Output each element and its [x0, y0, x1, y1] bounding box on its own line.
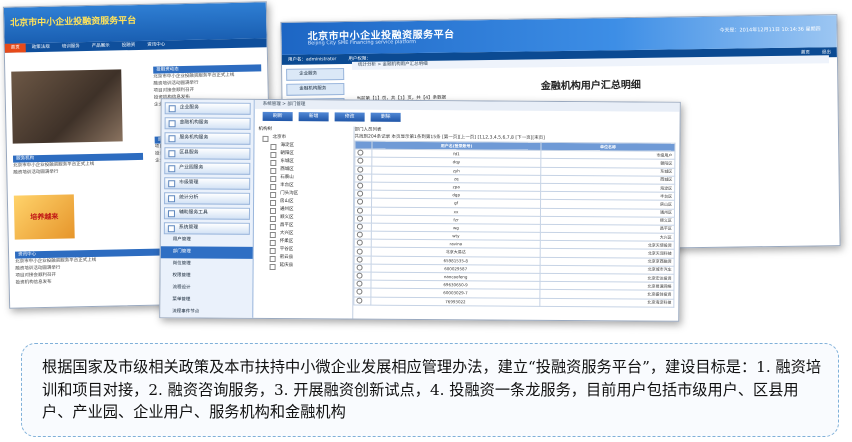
portal-nav-item[interactable]: 资讯中心: [141, 40, 171, 50]
menu-item[interactable]: 服务机构服务: [164, 132, 251, 145]
row-radio[interactable]: [354, 149, 372, 158]
portal-nav-home[interactable]: 首页: [4, 43, 26, 53]
add-button[interactable]: 新增: [298, 112, 329, 122]
menu-item[interactable]: 辅助服务工具: [163, 207, 251, 220]
row-radio[interactable]: [354, 181, 372, 191]
tree-node-district[interactable]: 延庆县: [266, 262, 353, 271]
row-radio[interactable]: [353, 288, 371, 297]
admin-main: 系统管理 > 部门管理 刷新 新增 修改 删除 机构树 北京市 海淀区 朝阳区 东城…: [253, 99, 680, 321]
portal-advert[interactable]: 培养越来: [13, 194, 75, 240]
menu-item[interactable]: 企业服务: [164, 102, 251, 115]
portal-nav-item[interactable]: 投融资: [116, 41, 142, 51]
submenu-item[interactable]: 流程事件节点: [160, 306, 252, 319]
row-radio[interactable]: [353, 280, 372, 289]
row-radio[interactable]: [354, 190, 372, 199]
portal-left-box: 服务机构 北京市中小企业投融资服务平台正式上线 融资培训活动圆满举行: [12, 152, 144, 177]
tree-children: 海淀区 朝阳区 东城区 西城区 石景山 丰台区 门头沟区 房山区 通州区 顺义区 昌平区 大兴区 怀柔区…: [258, 142, 354, 271]
submenu-item[interactable]: 菜单管理: [160, 294, 252, 307]
date-text: 今天是：2014年12月11日 10:14:36 星期四: [719, 26, 821, 34]
row-radio[interactable]: [354, 231, 372, 240]
menu-item[interactable]: 市级管理: [164, 177, 251, 190]
portal-nav-item[interactable]: 政策法规: [26, 43, 56, 53]
menu-item[interactable]: 企业服务: [286, 68, 345, 81]
admin-side-menu: 企业服务 金融机构服务 服务机构服务 区县服务 产业园服务 市级管理 统计分析 …: [160, 99, 255, 318]
submenu-item[interactable]: 流程设计: [160, 282, 252, 295]
portal-nav-item[interactable]: 产品展示: [86, 41, 116, 51]
org-tree: 机构树 北京市 海淀区 朝阳区 东城区 西城区 石景山 丰台区 门头沟区 房山区 通州区 顺义区昌…: [253, 125, 355, 319]
row-radio[interactable]: [354, 214, 372, 224]
row-radio[interactable]: [354, 247, 372, 256]
row-radio[interactable]: [354, 157, 372, 166]
edit-button[interactable]: 修改: [334, 112, 365, 122]
cell-username: 76993022: [370, 296, 541, 307]
submenu-item[interactable]: 权限管理: [160, 270, 252, 283]
menu-item[interactable]: 金融机构服务: [286, 83, 345, 96]
user-table: 用户名(登录账号) 单位名称 fd1 市级用户 dqy 朝阳区 zyh 东城区 zq 西城区 z…: [353, 141, 675, 308]
row-radio[interactable]: [354, 173, 372, 183]
menu-item[interactable]: 金融机构服务: [164, 117, 251, 130]
menu-item[interactable]: 产业园服务: [164, 162, 251, 175]
row-radio[interactable]: [354, 165, 372, 174]
row-radio[interactable]: [354, 272, 372, 281]
row-radio[interactable]: [354, 263, 372, 273]
user-name: 用户名：administrator: [287, 57, 337, 63]
row-radio[interactable]: [354, 198, 372, 207]
admin-screenshot: 企业服务 金融机构服务 服务机构服务 区县服务 产业园服务 市级管理 统计分析 …: [159, 98, 681, 322]
portal-nav-item[interactable]: 培训服务: [56, 42, 86, 52]
submenu-item-dept[interactable]: 部门管理: [160, 246, 253, 259]
row-radio[interactable]: [354, 239, 372, 248]
cell-unit: 北京海淀科技: [539, 297, 674, 308]
platform-subtitle: Beijing City SME Financing service platf…: [307, 39, 417, 47]
delete-button[interactable]: 删除: [370, 112, 401, 122]
meeting-photo: [11, 69, 123, 144]
portal-logo: 北京市中小企业投融资服务平台: [10, 16, 137, 29]
description-box: 根据国家及市级相关政策及本市扶持中小微企业发展相应管理办法，建立“投融资服务平台…: [21, 343, 839, 437]
user-table-panel: 部门人员列表 共找到204条记录 本页显示第1条到第15条 [第一页][上一页]…: [353, 127, 675, 308]
submenu-item[interactable]: 岗位管理: [161, 258, 253, 271]
row-radio[interactable]: [354, 206, 372, 215]
menu-item[interactable]: 区县服务: [164, 147, 251, 160]
menu-item-system[interactable]: 系统管理: [163, 222, 250, 235]
table-row[interactable]: 76993022 北京海淀科技: [353, 296, 674, 308]
menu-item[interactable]: 统计分析: [164, 192, 251, 205]
row-radio[interactable]: [354, 255, 372, 264]
select-column: [354, 141, 372, 150]
submenu-item[interactable]: 用户管理: [161, 234, 253, 247]
news-line[interactable]: 融资培训活动圆满举行: [13, 167, 143, 177]
row-radio[interactable]: [353, 296, 371, 305]
description-text: 根据国家及市级相关政策及本市扶持中小微企业发展相应管理办法，建立“投融资服务平台…: [42, 358, 822, 421]
page-title: 金融机构用户汇总明细: [540, 79, 641, 93]
refresh-button[interactable]: 刷新: [262, 111, 293, 122]
portal-banner: 北京市中小企业投融资服务平台: [3, 2, 267, 44]
row-radio[interactable]: [354, 222, 372, 232]
